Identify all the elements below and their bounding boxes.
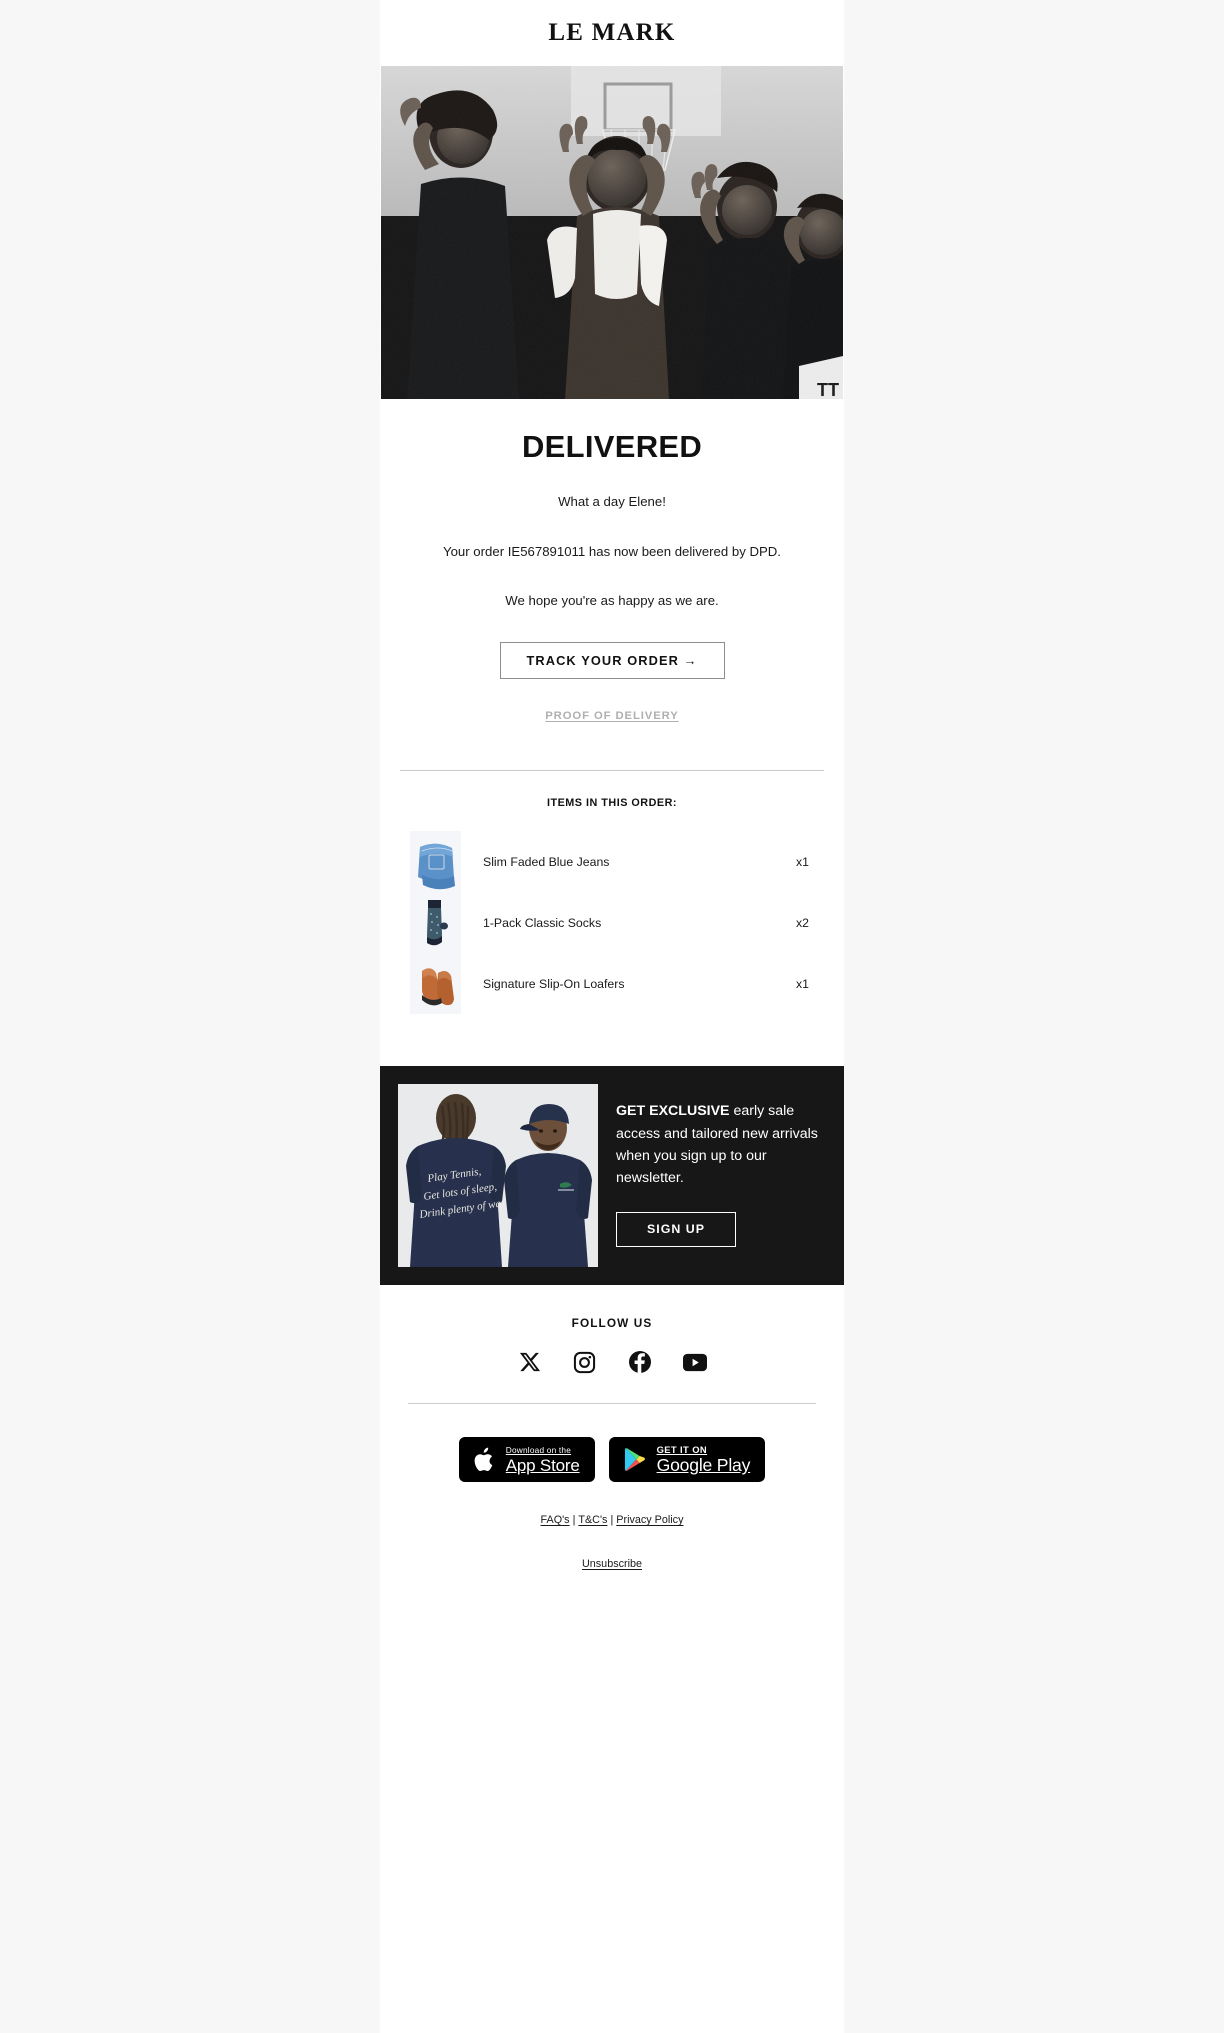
jeans-thumbnail-icon xyxy=(410,831,461,893)
google-play-icon xyxy=(624,1448,645,1472)
app-store-big-label: App Store xyxy=(505,1456,580,1476)
item-name: Slim Faded Blue Jeans xyxy=(483,854,610,869)
unsubscribe-link[interactable]: Unsubscribe xyxy=(582,1558,642,1570)
apple-icon xyxy=(474,1447,493,1471)
table-row[interactable]: Slim Faded Blue Jeans x1 xyxy=(410,831,814,893)
google-play-small-label: GET IT ON xyxy=(656,1443,708,1455)
items-heading: ITEMS IN THIS ORDER: xyxy=(547,797,677,810)
closing-text: We hope you're as happy as we are. xyxy=(505,592,719,608)
instagram-icon[interactable] xyxy=(573,1350,597,1374)
email-header: LE MARK xyxy=(380,0,844,66)
cta-row: TRACK YOUR ORDER → xyxy=(416,642,808,680)
legal-separator: | xyxy=(610,1514,614,1527)
unsubscribe-row: Unsubscribe xyxy=(380,1558,844,1606)
table-row[interactable]: Signature Slip-On Loafers x1 xyxy=(410,953,814,1015)
follow-us-heading: FOLLOW US xyxy=(571,1316,653,1331)
item-quantity: x2 xyxy=(796,915,809,930)
section-divider xyxy=(400,770,824,772)
google-play-big-label: Google Play xyxy=(656,1455,751,1476)
newsletter-promo-banner: Play Tennis, Get lots of sleep, Drink pl… xyxy=(380,1066,844,1286)
legal-links: FAQ's | T&C's | Privacy Policy xyxy=(380,1514,844,1526)
table-row[interactable]: 1-Pack Classic Socks x2 xyxy=(410,892,814,954)
hero-image: TT xyxy=(381,66,843,399)
order-status-text: Your order IE567891011 has now been deli… xyxy=(443,543,781,559)
youtube-icon[interactable] xyxy=(682,1350,707,1374)
item-name: 1-Pack Classic Socks xyxy=(483,915,602,930)
google-play-badge[interactable]: GET IT ON Google Play xyxy=(608,1437,766,1483)
faq-link[interactable]: FAQ's xyxy=(541,1514,570,1526)
items-list: Slim Faded Blue Jeans x1 1-Pack Classic … xyxy=(380,831,844,1066)
item-name: Signature Slip-On Loafers xyxy=(483,976,625,991)
app-store-small-label: Download on the xyxy=(505,1444,572,1455)
promo-lead: GET EXCLUSIVE xyxy=(616,1103,730,1120)
page-title: DELIVERED xyxy=(521,429,703,464)
proof-row: PROOF OF DELIVERY xyxy=(416,706,808,724)
app-store-badges: Download on the App Store GET IT ON Goog… xyxy=(380,1437,844,1483)
item-quantity: x1 xyxy=(796,976,809,991)
promo-image: Play Tennis, Get lots of sleep, Drink pl… xyxy=(398,1084,598,1268)
email-container: LE MARK DELIVERED What a day Elene! Your… xyxy=(380,0,844,2033)
socks-thumbnail-icon xyxy=(410,892,461,954)
privacy-policy-link[interactable]: Privacy Policy xyxy=(616,1514,683,1526)
greeting-text: What a day Elene! xyxy=(558,494,666,509)
sign-up-button[interactable]: SIGN UP xyxy=(616,1211,736,1247)
terms-link[interactable]: T&C's xyxy=(578,1514,607,1526)
track-your-order-button[interactable]: TRACK YOUR ORDER → xyxy=(499,642,725,680)
facebook-icon[interactable] xyxy=(628,1350,652,1374)
item-quantity: x1 xyxy=(796,854,809,869)
proof-of-delivery-link[interactable]: PROOF OF DELIVERY xyxy=(545,710,679,722)
footer-divider xyxy=(408,1403,816,1405)
email-page: LE MARK DELIVERED What a day Elene! Your… xyxy=(0,0,1224,2033)
promo-copy: GET EXCLUSIVE early sale access and tail… xyxy=(616,1084,826,1247)
main-content: DELIVERED What a day Elene! Your order I… xyxy=(380,429,844,724)
loafers-thumbnail-icon xyxy=(410,953,461,1015)
x-twitter-icon[interactable] xyxy=(518,1350,542,1374)
app-store-badge[interactable]: Download on the App Store xyxy=(458,1437,595,1483)
social-links xyxy=(380,1350,844,1374)
brand-logo: LE MARK xyxy=(548,19,676,46)
